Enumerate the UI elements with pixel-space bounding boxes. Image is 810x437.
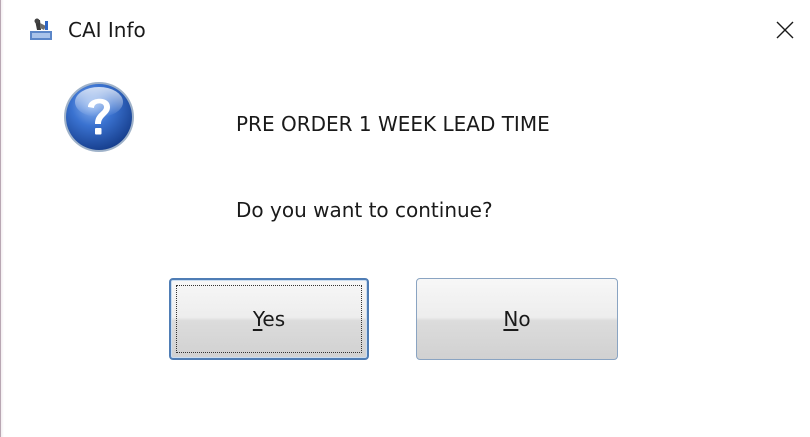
title-bar[interactable]: CAI Info	[0, 0, 810, 60]
no-button[interactable]: No	[416, 278, 618, 360]
yes-access-key: Y	[252, 307, 263, 331]
no-label-rest: o	[518, 307, 531, 331]
question-icon	[64, 82, 134, 152]
no-access-key: N	[503, 307, 519, 331]
close-button[interactable]	[760, 0, 810, 60]
yes-label-rest: es	[262, 307, 286, 331]
dialog-message: PRE ORDER 1 WEEK LEAD TIME	[236, 112, 550, 136]
app-icon	[30, 18, 52, 40]
window-left-edge	[0, 0, 4, 437]
window-title: CAI Info	[68, 18, 146, 42]
no-button-label: No	[503, 307, 530, 331]
yes-button[interactable]: Yes	[169, 278, 369, 360]
yes-button-label: Yes	[253, 307, 285, 331]
dialog-question: Do you want to continue?	[236, 198, 493, 222]
close-icon	[776, 21, 794, 39]
